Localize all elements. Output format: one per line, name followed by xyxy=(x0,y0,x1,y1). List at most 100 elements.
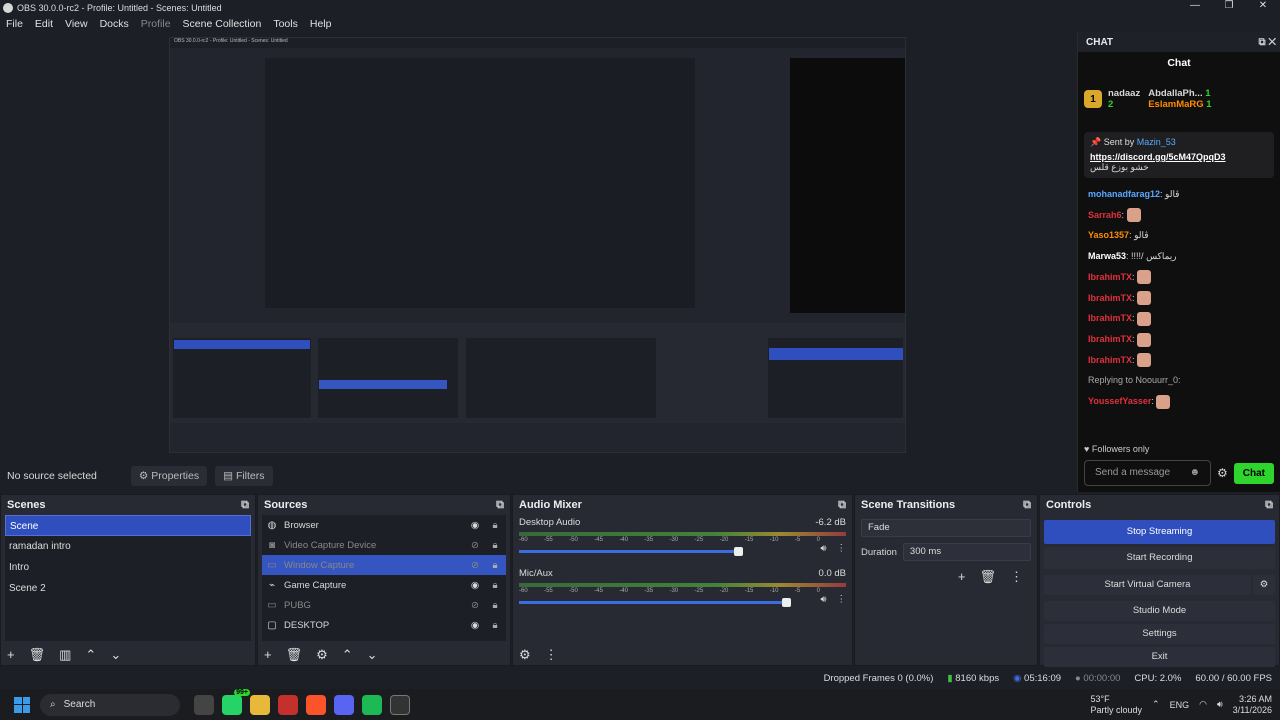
more-icon[interactable]: ⋮ xyxy=(1010,569,1023,585)
add-icon[interactable]: + xyxy=(264,647,272,663)
add-icon[interactable]: + xyxy=(958,569,966,585)
volume-slider[interactable] xyxy=(519,546,743,556)
scene-item[interactable]: Intro xyxy=(5,557,251,578)
source-item[interactable]: ▢ DESKTOP ◉ 🔒︎ xyxy=(262,615,506,635)
speaker-icon[interactable]: 🔊︎ xyxy=(821,594,827,605)
brave-browser-icon[interactable] xyxy=(306,694,326,715)
whatsapp-icon[interactable]: 99+ xyxy=(222,688,250,715)
trash-icon[interactable]: 🗑 xyxy=(979,569,996,585)
popout-icon[interactable]: ⧉ xyxy=(496,499,504,512)
chevron-up-icon[interactable]: ⌃ xyxy=(85,647,96,663)
menu-scene-collection[interactable]: Scene Collection xyxy=(177,18,268,30)
chat-user[interactable]: YoussefYasser xyxy=(1088,396,1151,406)
maximize-button[interactable]: ❐ xyxy=(1212,0,1246,11)
source-item[interactable]: ◍ Browser ◉ 🔒︎ xyxy=(262,515,506,535)
chat-settings-icon[interactable]: ⚙ xyxy=(1217,466,1228,480)
chat-user[interactable]: IbrahimTX xyxy=(1088,293,1132,303)
clock-time[interactable]: 3:26 AM xyxy=(1233,694,1272,705)
chat-user[interactable]: Marwa53 xyxy=(1088,251,1126,261)
source-item[interactable]: ⌁ Game Capture ◉ 🔒︎ xyxy=(262,575,506,595)
eye-off-icon[interactable]: ⊘ xyxy=(468,540,482,551)
lock-icon[interactable]: 🔒︎ xyxy=(488,560,502,571)
trash-icon[interactable]: 🗑 xyxy=(286,647,303,663)
popout-icon[interactable]: ⧉ xyxy=(1023,499,1031,512)
discord-icon[interactable] xyxy=(334,694,354,715)
chat-user[interactable]: IbrahimTX xyxy=(1088,334,1132,344)
popout-icon[interactable]: ⧉ xyxy=(1258,37,1265,48)
studio-mode-button[interactable]: Studio Mode xyxy=(1044,601,1275,621)
virtual-camera-settings-icon[interactable]: ⚙ xyxy=(1253,575,1275,595)
app-icon[interactable] xyxy=(278,694,298,715)
clock-date[interactable]: 3/11/2026 xyxy=(1233,705,1272,716)
popout-icon[interactable]: ⧉ xyxy=(241,499,249,512)
menu-view[interactable]: View xyxy=(59,18,94,30)
exit-button[interactable]: Exit xyxy=(1044,647,1275,667)
more-icon[interactable]: ⋮ xyxy=(545,647,558,663)
more-icon[interactable]: ⋮ xyxy=(837,543,847,554)
filter-icon[interactable]: ▥ xyxy=(59,647,71,663)
more-icon[interactable]: ⋮ xyxy=(837,594,847,605)
gear-icon[interactable]: ⚙ xyxy=(519,647,531,663)
pinned-link[interactable]: https://discord.gg/5cM47QpqD3 xyxy=(1090,152,1268,162)
menu-profile[interactable]: Profile xyxy=(135,18,177,30)
chat-send-button[interactable]: Chat xyxy=(1233,462,1274,484)
popout-icon[interactable]: ⧉ xyxy=(1265,499,1273,512)
lock-icon[interactable]: 🔒︎ xyxy=(488,620,502,631)
speaker-icon[interactable]: 🔊︎ xyxy=(821,543,827,554)
popout-icon[interactable]: ⧉ xyxy=(838,499,846,512)
chevron-down-icon[interactable]: ⌄ xyxy=(367,647,378,663)
chat-user[interactable]: Sarrah6 xyxy=(1088,210,1122,220)
settings-button[interactable]: Settings xyxy=(1044,624,1275,644)
chevron-down-icon[interactable]: ⌄ xyxy=(110,647,121,663)
chat-user[interactable]: IbrahimTX xyxy=(1088,313,1132,323)
scene-item[interactable]: ramadan intro xyxy=(5,536,251,557)
lock-icon[interactable]: 🔒︎ xyxy=(488,600,502,611)
lock-icon[interactable]: 🔒︎ xyxy=(488,520,502,531)
menu-help[interactable]: Help xyxy=(304,18,338,30)
eye-off-icon[interactable]: ⊘ xyxy=(468,560,482,571)
start-recording-button[interactable]: Start Recording xyxy=(1044,547,1275,569)
obs-icon[interactable] xyxy=(390,694,410,715)
eye-icon[interactable]: ◉ xyxy=(468,620,482,631)
scene-item[interactable]: Scene xyxy=(5,515,251,536)
tray-chevron-icon[interactable]: ⌃ xyxy=(1152,699,1160,710)
file-explorer-icon[interactable] xyxy=(250,694,270,715)
close-icon[interactable]: ✕ xyxy=(1268,37,1276,48)
trash-icon[interactable]: 🗑 xyxy=(29,647,46,663)
chat-input[interactable]: Send a message ☻ xyxy=(1084,460,1211,486)
transition-select[interactable]: Fade xyxy=(861,519,1031,537)
volume-slider[interactable] xyxy=(519,597,792,607)
properties-button[interactable]: ⚙ Properties xyxy=(130,466,208,486)
minimize-button[interactable]: — xyxy=(1178,0,1212,11)
add-icon[interactable]: + xyxy=(7,647,15,663)
scene-item[interactable]: Scene 2 xyxy=(5,578,251,599)
menu-file[interactable]: File xyxy=(0,18,29,30)
chat-user[interactable]: IbrahimTX xyxy=(1088,355,1132,365)
duration-input[interactable]: 300 ms xyxy=(902,543,1031,561)
gear-icon[interactable]: ⚙ xyxy=(316,647,328,663)
chat-user[interactable]: Yaso1357 xyxy=(1088,230,1129,240)
start-virtual-camera-button[interactable]: Start Virtual Camera xyxy=(1044,575,1251,595)
taskbar-search[interactable]: ⌕ Search xyxy=(40,693,180,716)
source-item[interactable]: ▭ PUBG ⊘ 🔒︎ xyxy=(262,595,506,615)
stop-streaming-button[interactable]: Stop Streaming xyxy=(1044,520,1275,544)
windows-start-icon[interactable] xyxy=(14,696,30,713)
close-button[interactable]: ✕ xyxy=(1246,0,1280,11)
chat-user[interactable]: mohanadfarag12 xyxy=(1088,189,1160,199)
filters-button[interactable]: ▤ Filters xyxy=(215,466,273,486)
menu-docks[interactable]: Docks xyxy=(94,18,135,30)
source-item[interactable]: ◙ Video Capture Device ⊘ 🔒︎ xyxy=(262,535,506,555)
eye-icon[interactable]: ◉ xyxy=(468,580,482,591)
emoji-icon[interactable]: ☻ xyxy=(1189,467,1200,479)
volume-icon[interactable]: 🔊︎ xyxy=(1217,699,1223,710)
wifi-icon[interactable]: ◠ xyxy=(1199,699,1207,710)
eye-off-icon[interactable]: ⊘ xyxy=(468,600,482,611)
chat-user[interactable]: IbrahimTX xyxy=(1088,272,1132,282)
task-view-icon[interactable] xyxy=(194,694,214,715)
eye-icon[interactable]: ◉ xyxy=(468,520,482,531)
menu-tools[interactable]: Tools xyxy=(267,18,304,30)
spotify-icon[interactable] xyxy=(362,694,382,715)
source-item[interactable]: ▭ Window Capture ⊘ 🔒︎ xyxy=(262,555,506,575)
lock-icon[interactable]: 🔒︎ xyxy=(488,580,502,591)
chevron-up-icon[interactable]: ⌃ xyxy=(342,647,353,663)
